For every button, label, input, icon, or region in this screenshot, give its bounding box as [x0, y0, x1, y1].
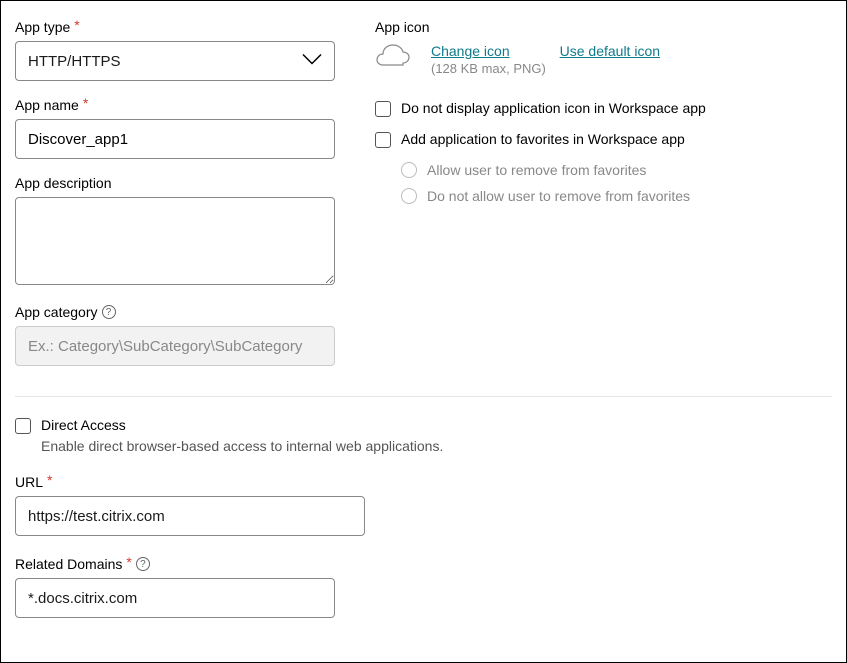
add-favorites-checkbox[interactable] [375, 132, 391, 148]
help-icon[interactable]: ? [102, 305, 116, 319]
add-favorites-label: Add application to favorites in Workspac… [401, 131, 685, 147]
direct-access-description: Enable direct browser-based access to in… [41, 438, 832, 454]
favorites-radio-group: Allow user to remove from favorites Do n… [401, 162, 832, 204]
url-input[interactable]: https://test.citrix.com [15, 496, 365, 536]
use-default-icon-link[interactable]: Use default icon [560, 43, 660, 59]
app-name-field: App name * [15, 97, 335, 159]
left-column: App type * HTTP/HTTPS App name * [15, 19, 335, 382]
related-domains-field: Related Domains * ? *.docs.citrix.com [15, 556, 832, 618]
app-description-label: App description [15, 175, 335, 191]
related-domains-input[interactable]: *.docs.citrix.com [15, 578, 335, 618]
app-type-field: App type * HTTP/HTTPS [15, 19, 335, 81]
do-not-allow-remove-label: Do not allow user to remove from favorit… [427, 188, 690, 204]
app-icon-label: App icon [375, 19, 832, 35]
direct-access-label: Direct Access [41, 417, 126, 433]
allow-remove-radio [401, 162, 417, 178]
app-description-field: App description [15, 175, 335, 288]
bottom-section: Direct Access Enable direct browser-base… [15, 417, 832, 618]
app-category-label: App category ? [15, 304, 335, 320]
do-not-display-label: Do not display application icon in Works… [401, 100, 706, 116]
required-asterisk: * [47, 473, 52, 487]
do-not-display-checkbox[interactable] [375, 101, 391, 117]
change-icon-link[interactable]: Change icon [431, 43, 510, 59]
url-label: URL * [15, 474, 832, 490]
cloud-icon [375, 43, 411, 69]
app-category-field: App category ? [15, 304, 335, 366]
related-domains-label: Related Domains * ? [15, 556, 832, 572]
app-icon-row: Change icon Use default icon (128 KB max… [375, 43, 832, 76]
app-name-label: App name * [15, 97, 335, 113]
app-category-input[interactable] [15, 326, 335, 366]
required-asterisk: * [83, 96, 88, 110]
section-divider [15, 396, 832, 397]
help-icon[interactable]: ? [136, 557, 150, 571]
url-field: URL * https://test.citrix.com [15, 474, 832, 536]
app-description-textarea[interactable] [15, 197, 335, 285]
do-not-display-row: Do not display application icon in Works… [375, 100, 832, 117]
allow-remove-label: Allow user to remove from favorites [427, 162, 646, 178]
app-form: App type * HTTP/HTTPS App name * [0, 0, 847, 663]
do-not-allow-remove-radio [401, 188, 417, 204]
direct-access-checkbox[interactable] [15, 418, 31, 434]
app-name-input[interactable] [15, 119, 335, 159]
icon-hint: (128 KB max, PNG) [431, 61, 660, 76]
direct-access-row: Direct Access [15, 417, 832, 434]
required-asterisk: * [74, 18, 79, 32]
right-column: App icon Change icon Use default icon (1… [375, 19, 832, 382]
add-favorites-row: Add application to favorites in Workspac… [375, 131, 832, 148]
app-type-select[interactable]: HTTP/HTTPS [15, 41, 335, 81]
app-type-label: App type * [15, 19, 335, 35]
required-asterisk: * [126, 555, 131, 569]
